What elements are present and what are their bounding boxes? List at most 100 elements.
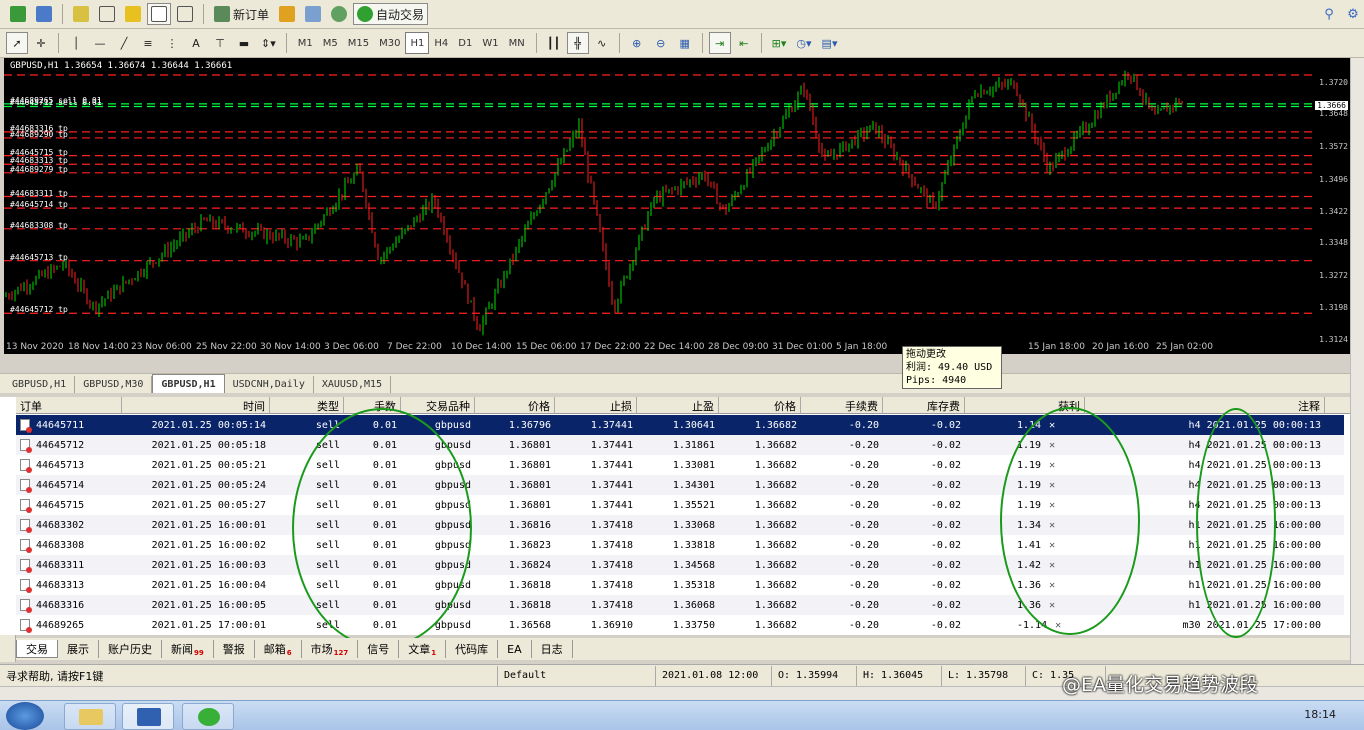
chart-tab[interactable]: XAUUSD,M15 (314, 376, 392, 393)
chart-tab[interactable]: GBPUSD,M30 (75, 376, 153, 393)
order-label[interactable]: #44645711 sell 0.01 (10, 98, 102, 107)
close-order-icon[interactable]: ✕ (1049, 560, 1055, 571)
timeframe-mn[interactable]: MN (504, 32, 530, 54)
close-order-icon[interactable]: ✕ (1049, 520, 1055, 531)
status-profile[interactable]: Default (498, 665, 656, 686)
timeframe-h4[interactable]: H4 (429, 32, 453, 54)
chart-tab[interactable]: GBPUSD,H1 (152, 374, 225, 393)
order-label[interactable]: #44683311 tp (10, 189, 68, 198)
metaeditor-button[interactable] (275, 3, 299, 25)
label-tool[interactable]: ⊤ (209, 32, 231, 54)
close-order-icon[interactable]: ✕ (1049, 580, 1055, 591)
column-header[interactable]: 交易品种 (401, 397, 475, 414)
column-header[interactable]: 订单 (16, 397, 122, 414)
cursor-tool[interactable]: ➚ (6, 32, 28, 54)
trendline-tool[interactable]: ╱ (113, 32, 135, 54)
crosshair-tool[interactable]: ✛ (30, 32, 52, 54)
zoom-in-button[interactable]: ⊕ (626, 32, 648, 54)
order-label[interactable]: #44645712 tp (10, 305, 68, 314)
chart-tab[interactable]: GBPUSD,H1 (4, 376, 76, 393)
table-row[interactable]: 44689265 2021.01.25 17:00:01 sell 0.01 gbpus… (16, 615, 1344, 635)
column-header[interactable]: 库存费 (883, 397, 965, 414)
vertical-scrollbar[interactable] (1350, 58, 1364, 664)
templates-button[interactable]: ▤▾ (818, 32, 842, 54)
timeframe-w1[interactable]: W1 (477, 32, 503, 54)
column-header[interactable]: 时间 (122, 397, 270, 414)
timeframe-m30[interactable]: M30 (374, 32, 405, 54)
table-row[interactable]: 44683311 2021.01.25 16:00:03 sell 0.01 gbpus… (16, 555, 1344, 575)
tester-button[interactable] (173, 3, 197, 25)
table-row[interactable]: 44683302 2021.01.25 16:00:01 sell 0.01 gbpus… (16, 515, 1344, 535)
close-order-icon[interactable]: ✕ (1049, 600, 1055, 611)
wechat-taskbar-icon[interactable] (182, 703, 234, 730)
market-watch-button[interactable] (69, 3, 93, 25)
tile-windows-button[interactable]: ▦ (674, 32, 696, 54)
terminal-tab[interactable]: 警报 (214, 640, 255, 658)
close-order-icon[interactable]: ✕ (1049, 420, 1055, 431)
order-label[interactable]: #44645714 tp (10, 200, 68, 209)
auto-trading-button[interactable]: 自动交易 (353, 3, 429, 25)
chart-tab[interactable]: USDCNH,Daily (225, 376, 314, 393)
timeframe-m15[interactable]: M15 (343, 32, 374, 54)
terminal-tab[interactable]: 代码库 (446, 640, 499, 658)
table-row[interactable]: 44683308 2021.01.25 16:00:02 sell 0.01 gbpus… (16, 535, 1344, 555)
periods-button[interactable]: ◷▾ (792, 32, 815, 54)
rectangle-tool[interactable]: ▬ (233, 32, 255, 54)
table-row[interactable]: 44645711 2021.01.25 00:05:14 sell 0.01 gbpus… (16, 415, 1344, 435)
terminal-tab[interactable]: 交易 (16, 640, 58, 658)
horizontal-line-tool[interactable]: — (89, 32, 111, 54)
close-order-icon[interactable]: ✕ (1049, 480, 1055, 491)
table-row[interactable]: 44645712 2021.01.25 00:05:18 sell 0.01 gbpus… (16, 435, 1344, 455)
terminal-tab[interactable]: 展示 (58, 640, 99, 658)
bar-chart-button[interactable]: ┃┃ (543, 32, 565, 54)
chart-shift-button[interactable]: ⇤ (733, 32, 755, 54)
terminal-tab[interactable]: 市场 127 (302, 640, 359, 658)
order-label[interactable]: #44683308 tp (10, 221, 68, 230)
column-header[interactable]: 止损 (555, 397, 637, 414)
close-order-icon[interactable]: ✕ (1049, 500, 1055, 511)
column-header[interactable]: 手数 (344, 397, 401, 414)
start-button[interactable] (6, 702, 44, 730)
column-header[interactable]: 获利 (965, 397, 1085, 414)
new-chart-button[interactable] (6, 3, 30, 25)
close-order-icon[interactable]: ✕ (1055, 620, 1061, 631)
column-header[interactable]: 类型 (270, 397, 344, 414)
timeframe-h1[interactable]: H1 (405, 32, 430, 54)
data-window-button[interactable] (121, 3, 145, 25)
terminal-taskbar-icon[interactable] (122, 703, 174, 730)
order-label[interactable]: #44645713 tp (10, 253, 68, 262)
line-chart-button[interactable]: ∿ (591, 32, 613, 54)
terminal-tab[interactable]: 日志 (532, 640, 573, 658)
candle-chart-button[interactable]: ╬ (566, 32, 589, 54)
terminal-tab[interactable]: 账户历史 (99, 640, 162, 658)
timeframe-m1[interactable]: M1 (293, 32, 318, 54)
table-row[interactable]: 44645714 2021.01.25 00:05:24 sell 0.01 gbpus… (16, 475, 1344, 495)
explorer-taskbar-icon[interactable] (64, 703, 116, 730)
navigator-button[interactable] (95, 3, 119, 25)
text-tool[interactable]: A (185, 32, 207, 54)
zoom-out-button[interactable]: ⊖ (650, 32, 672, 54)
column-header[interactable]: 注释 (1085, 397, 1325, 414)
table-row[interactable]: 44683316 2021.01.25 16:00:05 sell 0.01 gbpus… (16, 595, 1344, 615)
market-button[interactable] (327, 3, 351, 25)
order-label[interactable]: #44689290 tp (10, 130, 68, 139)
terminal-button[interactable] (147, 3, 171, 25)
vertical-line-tool[interactable]: │ (65, 32, 87, 54)
indicators-button[interactable]: ⊞▾ (768, 32, 791, 54)
column-header[interactable]: 价格 (475, 397, 555, 414)
order-label[interactable]: #44689279 tp (10, 165, 68, 174)
column-header[interactable]: 止盈 (637, 397, 719, 414)
price-chart[interactable]: GBPUSD,H1 1.36654 1.36674 1.36644 1.3666… (4, 58, 1350, 354)
search-button[interactable]: ⚲ (1318, 3, 1340, 25)
arrows-tool[interactable]: ⇕▾ (257, 32, 280, 54)
table-row[interactable]: 44645715 2021.01.25 00:05:27 sell 0.01 gbpus… (16, 495, 1344, 515)
fibonacci-tool[interactable]: ⋮ (161, 32, 183, 54)
terminal-tab[interactable]: 文章 1 (399, 640, 447, 658)
profiles-button[interactable] (32, 3, 56, 25)
channel-tool[interactable]: ≡ (137, 32, 159, 54)
autoscroll-button[interactable]: ⇥ (708, 32, 731, 54)
new-order-button[interactable]: 新订单 (210, 3, 273, 25)
close-order-icon[interactable]: ✕ (1049, 540, 1055, 551)
table-row[interactable]: 44683313 2021.01.25 16:00:04 sell 0.01 gbpus… (16, 575, 1344, 595)
terminal-tab[interactable]: EA (498, 640, 532, 658)
